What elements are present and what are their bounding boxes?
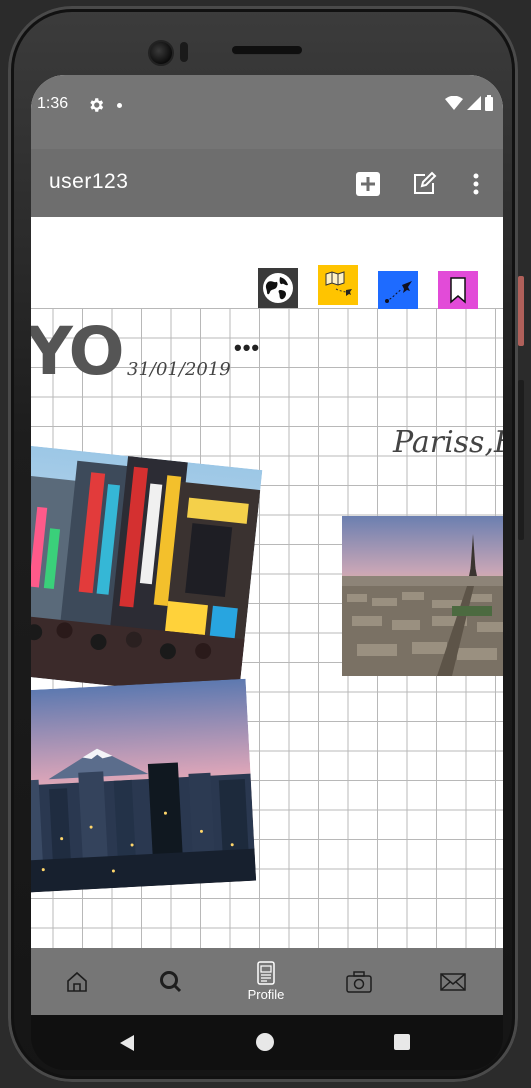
bookmark-icon xyxy=(438,271,478,309)
add-button[interactable] xyxy=(353,169,383,199)
tokyo-skyline-image xyxy=(31,678,257,894)
app-bar: user123 xyxy=(31,149,503,217)
username-title: user123 xyxy=(49,170,129,193)
home-icon xyxy=(67,971,87,992)
edit-icon xyxy=(414,171,437,194)
plane-route-sticker[interactable] xyxy=(378,270,418,310)
screen: 1:36 user123 YO ••• 31/01/2019 Pariss, P… xyxy=(31,75,503,1015)
settings-icon xyxy=(90,98,104,112)
edit-button[interactable] xyxy=(409,169,439,199)
recent-apps-icon[interactable] xyxy=(394,1034,410,1050)
notification-dot xyxy=(117,103,122,108)
nav-search[interactable] xyxy=(141,948,201,1015)
globe-icon xyxy=(258,268,298,308)
plane-route-icon xyxy=(378,271,418,309)
volume-button[interactable] xyxy=(518,380,524,540)
status-time: 1:36 xyxy=(37,95,69,112)
more-vert-icon xyxy=(473,173,479,195)
nav-home[interactable] xyxy=(47,948,107,1015)
bottom-navigation: Profile xyxy=(31,948,503,1015)
scrapbook-canvas[interactable]: YO ••• 31/01/2019 Pariss,Fra xyxy=(31,217,503,948)
nav-camera[interactable] xyxy=(329,948,389,1015)
signal-icon xyxy=(467,96,481,110)
tokyo-street-image xyxy=(31,445,263,699)
front-camera xyxy=(148,40,174,66)
trip-title-text[interactable]: YO xyxy=(31,313,125,390)
back-icon[interactable] xyxy=(119,1034,135,1052)
earpiece-speaker xyxy=(232,46,302,54)
map-plane-sticker[interactable] xyxy=(318,265,358,305)
paris-skyline-photo[interactable] xyxy=(342,516,503,676)
trip-date[interactable]: 31/01/2019 xyxy=(127,359,231,380)
more-options-button[interactable] xyxy=(461,169,491,199)
battery-icon xyxy=(485,95,493,111)
camera-icon xyxy=(346,970,372,993)
system-navigation-bar xyxy=(31,1015,503,1070)
tokyo-street-photo[interactable] xyxy=(31,445,263,699)
bookmark-sticker[interactable] xyxy=(438,270,478,310)
status-icons xyxy=(445,95,493,111)
globe-sticker[interactable] xyxy=(258,268,298,308)
map-plane-icon xyxy=(318,265,358,305)
power-button[interactable] xyxy=(518,276,524,346)
mail-icon xyxy=(440,972,466,991)
search-icon xyxy=(160,970,182,992)
tokyo-skyline-photo[interactable] xyxy=(31,678,257,894)
nav-messages[interactable] xyxy=(423,948,483,1015)
home-button-icon[interactable] xyxy=(256,1033,274,1051)
more-options-dots[interactable]: ••• xyxy=(234,335,260,361)
wifi-icon xyxy=(445,96,463,110)
add-icon xyxy=(356,172,380,196)
nav-profile[interactable]: Profile xyxy=(236,948,296,1015)
profile-journal-icon xyxy=(257,961,275,985)
nav-profile-label: Profile xyxy=(247,987,285,1002)
proximity-sensor xyxy=(180,42,188,62)
status-bar: 1:36 xyxy=(31,75,503,149)
paris-skyline-image xyxy=(342,516,503,676)
paris-caption[interactable]: Pariss,Fra xyxy=(393,425,503,460)
